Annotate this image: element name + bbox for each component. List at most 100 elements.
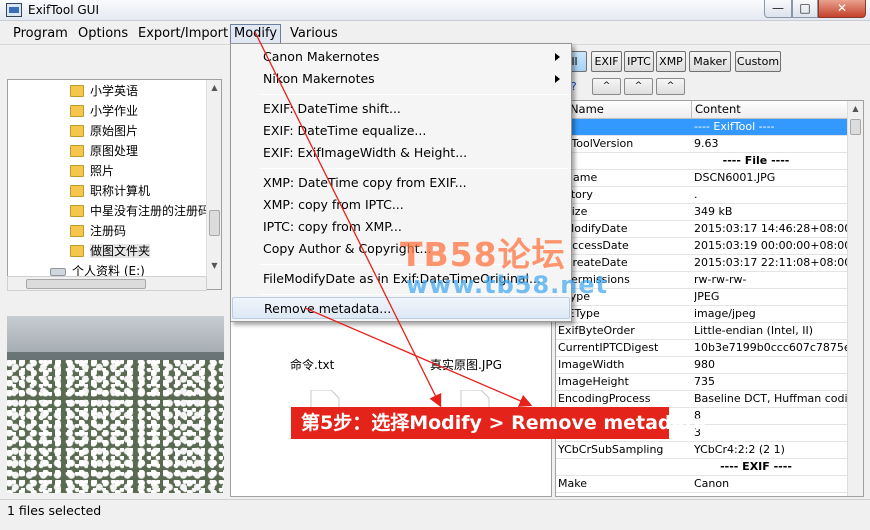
content-cell: DSCN6001.JPG xyxy=(694,171,776,184)
folder-icon xyxy=(70,165,84,177)
minimize-button[interactable]: — xyxy=(764,0,792,18)
tree-horizontal-scrollbar[interactable] xyxy=(7,276,207,291)
folder-icon xyxy=(70,105,84,117)
watermark-url: www.tb58.net xyxy=(406,271,609,299)
menu-export-import[interactable]: Export/Import xyxy=(138,26,228,42)
folder-icon xyxy=(70,185,84,197)
table-row[interactable]: ---- ExifTool ---- xyxy=(556,119,848,136)
title-bar: ExifTool GUI — □ ✕ xyxy=(0,0,870,21)
arrow-up-button[interactable]: ^ xyxy=(656,78,685,95)
file-item-label[interactable]: 真实原图.JPG xyxy=(430,356,502,373)
content-cell: image/jpeg xyxy=(694,307,756,320)
table-row[interactable]: eCreateDate 2015:03:17 22:11:08+08:00 xyxy=(556,255,848,272)
tag-name-cell: EncodingProcess xyxy=(558,392,651,405)
content-cell: Baseline DCT, Huffman coding xyxy=(694,392,848,405)
table-row[interactable]: ---- EXIF ---- xyxy=(556,459,848,476)
table-row[interactable]: eName DSCN6001.JPG xyxy=(556,170,848,187)
folder-tree[interactable]: 小学英语 小学作业 原始图片 原图处理 照片 职称计算机 中星没有注册的注册码 … xyxy=(7,79,222,290)
column-header-content[interactable]: Content xyxy=(692,101,850,119)
content-cell: 2015:03:17 22:11:08+08:00 xyxy=(694,256,848,269)
table-row[interactable]: ectory. xyxy=(556,187,848,204)
menu-item-exif-datetime-shift[interactable]: EXIF: DateTime shift... xyxy=(232,98,570,120)
content-cell: Little-endian (Intel, II) xyxy=(694,324,814,337)
scroll-up-icon[interactable]: ▲ xyxy=(848,101,863,116)
grid-vertical-scrollbar[interactable]: ▲ xyxy=(847,101,863,496)
table-row[interactable]: ImageWidth 980 xyxy=(556,357,848,374)
content-cell: 2015:03:17 14:46:28+08:00 xyxy=(694,222,848,235)
table-row[interactable]: Make Canon xyxy=(556,476,848,493)
menu-item-exif-image-width-height[interactable]: EXIF: ExifImageWidth & Height... xyxy=(232,142,570,164)
scroll-thumb[interactable] xyxy=(209,210,220,236)
tab-xmp[interactable]: XMP xyxy=(656,51,686,72)
scroll-thumb[interactable] xyxy=(26,279,146,289)
tree-folder[interactable]: 照片 xyxy=(70,161,114,181)
table-row[interactable]: eSize 349 kB xyxy=(556,204,848,221)
image-preview xyxy=(7,316,224,493)
menu-item-xmp-datetime-copy[interactable]: XMP: DateTime copy from EXIF... xyxy=(232,172,570,194)
tag-name-cell: Make xyxy=(558,477,587,490)
menu-item-exif-datetime-equalize[interactable]: EXIF: DateTime equalize... xyxy=(232,120,570,142)
tree-folder[interactable]: 小学英语 xyxy=(70,81,138,101)
table-row[interactable]: eAccessDate 2015:03:19 00:00:00+08:00 xyxy=(556,238,848,255)
arrow-up-button[interactable]: ^ xyxy=(592,78,621,95)
menu-item-nikon-makernotes[interactable]: Nikon Makernotes xyxy=(232,68,570,90)
tree-folder[interactable]: 职称计算机 xyxy=(70,181,150,201)
menu-item-remove-metadata[interactable]: Remove metadata... xyxy=(232,297,570,319)
file-item-label[interactable]: 命令.txt xyxy=(290,356,334,373)
menu-item-canon-makernotes[interactable]: Canon Makernotes xyxy=(232,46,570,68)
tree-vertical-scrollbar[interactable]: ▲ ▼ xyxy=(206,80,221,289)
app-icon xyxy=(6,3,22,17)
tab-maker[interactable]: Maker xyxy=(689,51,731,72)
scroll-up-icon[interactable]: ▲ xyxy=(207,80,221,95)
tag-name-cell xyxy=(558,459,688,476)
table-row[interactable]: ---- File ---- xyxy=(556,153,848,170)
tab-iptc[interactable]: IPTC xyxy=(624,51,654,72)
scroll-thumb[interactable] xyxy=(850,119,861,135)
drive-icon xyxy=(50,268,66,276)
tag-name-cell xyxy=(558,153,688,170)
folder-icon xyxy=(70,145,84,157)
tag-name-cell: ExifByteOrder xyxy=(558,324,635,337)
table-row[interactable]: eModifyDate 2015:03:17 14:46:28+08:00 xyxy=(556,221,848,238)
menu-bar: Program Options Export/Import Modify Var… xyxy=(0,23,870,45)
tag-name-cell: METype xyxy=(558,307,600,320)
table-row[interactable]: METype image/jpeg xyxy=(556,306,848,323)
arrow-up-button[interactable]: ^ xyxy=(624,78,653,95)
tree-folder[interactable]: 注册码 xyxy=(70,221,126,241)
tree-folder-selected[interactable]: 做图文件夹 xyxy=(70,241,151,261)
tree-folder[interactable]: 原始图片 xyxy=(70,121,138,141)
column-header-tag-name[interactable]: g Name xyxy=(556,101,692,119)
table-row[interactable]: xifToolVersion 9.63 xyxy=(556,136,848,153)
scroll-down-icon[interactable]: ▼ xyxy=(207,258,221,273)
tree-folder[interactable]: 中星没有注册的注册码 xyxy=(70,201,210,221)
tab-custom[interactable]: Custom xyxy=(735,51,781,72)
tree-folder[interactable]: 小学作业 xyxy=(70,101,138,121)
content-cell: 735 xyxy=(694,375,715,388)
menu-various[interactable]: Various xyxy=(290,26,338,42)
window-title: ExifTool GUI xyxy=(28,3,99,17)
menu-separator xyxy=(261,94,567,95)
close-button[interactable]: ✕ xyxy=(818,0,866,18)
table-row[interactable]: ExifByteOrder Little-endian (Intel, II) xyxy=(556,323,848,340)
menu-item-xmp-copy-from-iptc[interactable]: XMP: copy from IPTC... xyxy=(232,194,570,216)
menu-modify[interactable]: Modify xyxy=(230,24,282,44)
folder-icon xyxy=(70,205,84,217)
content-cell: 2015:03:19 00:00:00+08:00 xyxy=(694,239,848,252)
table-row[interactable]: EncodingProcess Baseline DCT, Huffman cod… xyxy=(556,391,848,408)
content-cell: ---- ExifTool ---- xyxy=(694,120,775,133)
table-row[interactable]: YCbCrSubSampling YCbCr4:2:2 (2 1) xyxy=(556,442,848,459)
content-cell: Canon xyxy=(694,477,730,490)
menu-separator xyxy=(261,168,567,169)
tag-name-cell: YCbCrSubSampling xyxy=(558,443,664,456)
table-row[interactable]: CurrentIPTCDigest 10b3e7199b0ccc607c7875e… xyxy=(556,340,848,357)
menu-program[interactable]: Program xyxy=(13,26,68,42)
table-row[interactable]: ImageHeight 735 xyxy=(556,374,848,391)
tab-exif[interactable]: EXIF xyxy=(591,51,622,72)
folder-icon xyxy=(70,125,84,137)
folder-icon xyxy=(70,85,84,97)
maximize-button[interactable]: □ xyxy=(792,0,818,18)
folder-icon xyxy=(70,245,84,257)
tag-name-cell: ImageWidth xyxy=(558,358,625,371)
menu-options[interactable]: Options xyxy=(78,26,128,42)
tree-folder[interactable]: 原图处理 xyxy=(70,141,138,161)
